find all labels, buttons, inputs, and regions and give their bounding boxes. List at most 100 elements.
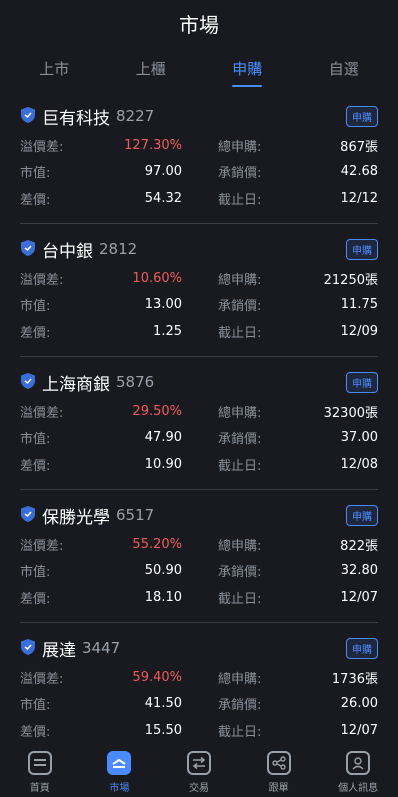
- tab-otc[interactable]: 上櫃: [116, 52, 186, 85]
- detail-value: 55.20%: [132, 536, 182, 552]
- stock-code: 3447: [82, 639, 121, 657]
- nav-home-label: 首頁: [29, 783, 50, 794]
- detail-value: 10.90: [144, 456, 182, 472]
- detail-value: 32300張: [323, 405, 378, 421]
- profile-icon: [346, 751, 371, 775]
- detail-label: 溢價差:: [20, 671, 64, 687]
- detail-underwriting: 承銷價: 11.75: [182, 292, 378, 319]
- detail-label: 承銷價:: [218, 166, 262, 182]
- detail-label: 總申購:: [218, 405, 262, 421]
- tab-subscription[interactable]: 申購: [212, 52, 282, 85]
- stock-details: 溢價差: 29.50% 總申購: 32300張 市值: 47.90 承銷價: 37.00 差價:…: [20, 398, 378, 478]
- detail-label: 總申購:: [218, 139, 262, 155]
- detail-label: 截止日:: [218, 458, 262, 474]
- page-header: 市場: [0, 0, 398, 46]
- page-title: 市場: [179, 12, 219, 37]
- stock-details: 溢價差: 59.40% 總申購: 1736張 市值: 41.50 承銷價: 26.00 差價: 1…: [20, 664, 378, 744]
- stock-card[interactable]: 台中銀 2812 申購 溢價差: 10.60% 總申購: 21250張 市值: 13.00 承銷價…: [20, 224, 378, 357]
- detail-value: 54.32: [144, 190, 182, 206]
- shield-icon: [20, 372, 38, 392]
- stock-card[interactable]: 保勝光學 6517 申購 溢價差: 55.20% 總申購: 822張 市值: 50.90 承銷價:…: [20, 490, 378, 623]
- shield-icon: [20, 239, 38, 259]
- detail-value: 13.00: [144, 297, 182, 313]
- subscribe-button[interactable]: 申購: [346, 637, 378, 659]
- detail-deadline: 截止日: 12/12: [182, 185, 378, 212]
- stock-card-header: 上海商銀 5876 申購: [20, 369, 378, 395]
- detail-value: 42.68: [340, 164, 378, 180]
- stock-card[interactable]: 巨有科技 8227 申購 溢價差: 127.30% 總申購: 867張 市值: 97.00 承銷價…: [20, 91, 378, 224]
- stock-details: 溢價差: 10.60% 總申購: 21250張 市值: 13.00 承銷價: 11.75 差價:…: [20, 265, 378, 345]
- detail-label: 市值:: [20, 565, 51, 581]
- detail-value: 12/07: [340, 589, 378, 605]
- stock-card-header: 展達 3447 申購: [20, 635, 378, 661]
- nav-market[interactable]: 市場: [89, 751, 149, 794]
- detail-label: 承銷價:: [218, 565, 262, 581]
- stock-card[interactable]: 上海商銀 5876 申購 溢價差: 29.50% 總申購: 32300張 市值: 47.90 承銷…: [20, 357, 378, 490]
- stock-name: 保勝光學: [42, 507, 110, 528]
- detail-value: 12/07: [340, 722, 378, 738]
- detail-value: 10.60%: [132, 270, 182, 286]
- home-icon: [27, 751, 52, 775]
- detail-label: 市值:: [20, 432, 51, 448]
- detail-value: 1.25: [153, 323, 182, 339]
- detail-premium: 溢價差: 10.60%: [20, 265, 182, 292]
- stock-code: 2812: [99, 240, 138, 258]
- detail-label: 總申購:: [218, 538, 262, 554]
- detail-value: 21250張: [323, 272, 378, 288]
- detail-total: 總申購: 867張: [182, 132, 378, 159]
- detail-label: 溢價差:: [20, 538, 64, 554]
- subscribe-button[interactable]: 申購: [346, 504, 378, 526]
- detail-label: 差價:: [20, 325, 51, 341]
- nav-market-label: 市場: [109, 783, 130, 794]
- stock-card-header: 台中銀 2812 申購: [20, 236, 378, 262]
- detail-market: 市值: 97.00: [20, 159, 182, 186]
- detail-deadline: 截止日: 12/07: [182, 717, 378, 744]
- stock-card-header: 巨有科技 8227 申購: [20, 103, 378, 129]
- detail-market: 市值: 41.50: [20, 691, 182, 718]
- detail-premium: 溢價差: 59.40%: [20, 664, 182, 691]
- market-tabs: 上市 上櫃 申購 自選: [0, 46, 398, 91]
- nav-profile[interactable]: 個人訊息: [328, 751, 388, 794]
- detail-label: 差價:: [20, 724, 51, 740]
- detail-total: 總申購: 21250張: [182, 265, 378, 292]
- detail-value: 12/09: [340, 323, 378, 339]
- subscribe-button[interactable]: 申購: [346, 105, 378, 127]
- detail-value: 822張: [340, 538, 378, 554]
- subscription-list: 巨有科技 8227 申購 溢價差: 127.30% 總申購: 867張 市值: 97.00 承銷價…: [0, 91, 398, 756]
- nav-trade[interactable]: 交易: [169, 751, 229, 794]
- stock-name: 上海商銀: [42, 374, 110, 395]
- nav-trade-label: 交易: [188, 783, 209, 794]
- detail-value: 11.75: [340, 297, 378, 313]
- detail-market: 市值: 50.90: [20, 558, 182, 585]
- detail-label: 溢價差:: [20, 272, 64, 288]
- detail-value: 97.00: [144, 164, 182, 180]
- detail-value: 29.50%: [132, 403, 182, 419]
- detail-total: 總申購: 32300張: [182, 398, 378, 425]
- detail-value: 41.50: [144, 696, 182, 712]
- share-icon: [266, 751, 291, 775]
- detail-underwriting: 承銷價: 26.00: [182, 691, 378, 718]
- detail-market: 市值: 13.00: [20, 292, 182, 319]
- detail-value: 12/12: [340, 190, 378, 206]
- stock-code: 5876: [116, 373, 155, 391]
- detail-label: 市值:: [20, 698, 51, 714]
- shield-icon: [20, 505, 38, 525]
- detail-value: 59.40%: [132, 669, 182, 685]
- detail-value: 1736張: [331, 671, 378, 687]
- stock-card[interactable]: 展達 3447 申購 溢價差: 59.40% 總申購: 1736張 市值: 41.50 承銷價: 2…: [20, 623, 378, 756]
- nav-home[interactable]: 首頁: [10, 751, 70, 794]
- stock-details: 溢價差: 55.20% 總申購: 822張 市值: 50.90 承銷價: 32.80 差價: 18…: [20, 531, 378, 611]
- detail-underwriting: 承銷價: 37.00: [182, 425, 378, 452]
- tab-listed[interactable]: 上市: [19, 52, 89, 85]
- nav-copy[interactable]: 跟單: [249, 751, 309, 794]
- nav-copy-label: 跟單: [268, 783, 289, 794]
- detail-label: 差價:: [20, 458, 51, 474]
- market-icon: [107, 751, 132, 775]
- tab-watchlist[interactable]: 自選: [309, 52, 379, 85]
- subscribe-button[interactable]: 申購: [346, 238, 378, 260]
- detail-label: 市值:: [20, 166, 51, 182]
- detail-deadline: 截止日: 12/08: [182, 451, 378, 478]
- stock-details: 溢價差: 127.30% 總申購: 867張 市值: 97.00 承銷價: 42.68 差價: 5…: [20, 132, 378, 212]
- subscribe-button[interactable]: 申購: [346, 371, 378, 393]
- detail-premium: 溢價差: 55.20%: [20, 531, 182, 558]
